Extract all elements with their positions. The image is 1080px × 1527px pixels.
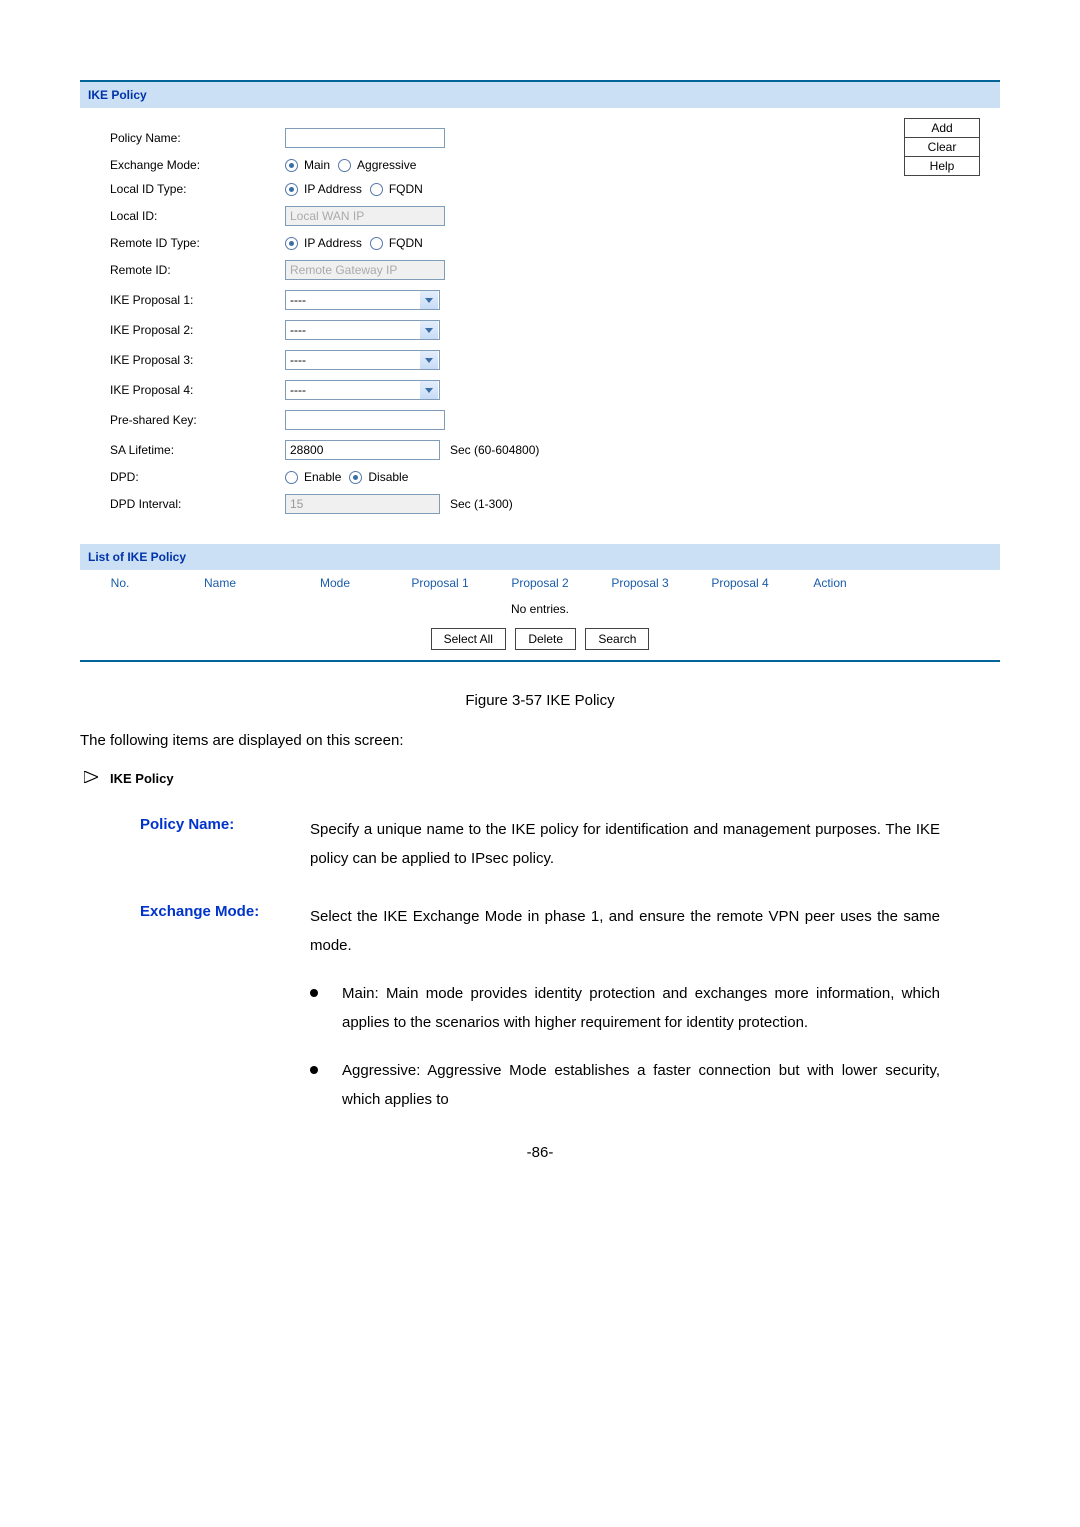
bullet-icon (310, 989, 318, 997)
dpd-enable-radio[interactable]: Enable (285, 470, 341, 484)
policy-name-label: Policy Name: (100, 131, 285, 145)
chevron-down-icon (420, 381, 438, 399)
policy-name-desc-label: Policy Name: (140, 816, 310, 873)
dpd-interval-input (285, 494, 440, 514)
ike-proposal-3-select[interactable]: ---- (285, 350, 440, 370)
chevron-down-icon (420, 291, 438, 309)
exchange-mode-label: Exchange Mode: (100, 158, 285, 172)
arrow-right-icon (84, 771, 98, 786)
bullet-aggressive: Aggressive: Aggressive Mode establishes … (310, 1057, 940, 1114)
local-id-input (285, 206, 445, 226)
ike-proposal-4-select[interactable]: ---- (285, 380, 440, 400)
section-ike-policy-header: IKE Policy (80, 82, 1000, 108)
table-header-row: No. Name Mode Proposal 1 Proposal 2 Prop… (80, 570, 1000, 596)
search-button[interactable]: Search (585, 628, 649, 650)
exchange-mode-desc-label: Exchange Mode: (140, 903, 310, 960)
bullet-aggressive-text: Aggressive: Aggressive Mode establishes … (342, 1057, 940, 1114)
exchange-mode-bullets: Main: Main mode provides identity protec… (310, 980, 1000, 1114)
ike-policy-panel: IKE Policy Add Clear Help Policy Name: E… (80, 80, 1000, 662)
pre-shared-key-input[interactable] (285, 410, 445, 430)
th-proposal3: Proposal 3 (590, 576, 690, 590)
exchange-mode-desc-text: Select the IKE Exchange Mode in phase 1,… (310, 903, 940, 960)
dpd-disable-radio[interactable]: Disable (349, 470, 408, 484)
th-proposal4: Proposal 4 (690, 576, 790, 590)
chevron-down-icon (420, 351, 438, 369)
bullet-icon (310, 1066, 318, 1074)
delete-button[interactable]: Delete (515, 628, 576, 650)
th-no: No. (80, 576, 160, 590)
ike-proposal-2-select[interactable]: ---- (285, 320, 440, 340)
remote-id-type-ip-radio[interactable]: IP Address (285, 236, 362, 250)
exchange-mode-desc-block: Exchange Mode: Select the IKE Exchange M… (140, 903, 1000, 960)
bullet-main: Main: Main mode provides identity protec… (310, 980, 940, 1037)
bullet-main-text: Main: Main mode provides identity protec… (342, 980, 940, 1037)
ike-proposal-2-label: IKE Proposal 2: (100, 323, 285, 337)
remote-id-input (285, 260, 445, 280)
policy-name-desc-block: Policy Name: Specify a unique name to th… (140, 816, 1000, 873)
th-proposal1: Proposal 1 (390, 576, 490, 590)
th-name: Name (160, 576, 280, 590)
exchange-mode-main-radio[interactable]: Main (285, 158, 330, 172)
clear-button[interactable]: Clear (904, 137, 980, 157)
radio-unselected-icon (338, 159, 351, 172)
th-action: Action (790, 576, 870, 590)
dpd-label: DPD: (100, 470, 285, 484)
dpd-interval-label: DPD Interval: (100, 497, 285, 511)
radio-selected-icon (285, 183, 298, 196)
ike-proposal-1-select[interactable]: ---- (285, 290, 440, 310)
section-title: IKE Policy (110, 771, 174, 786)
radio-selected-icon (285, 159, 298, 172)
radio-selected-icon (349, 471, 362, 484)
radio-selected-icon (285, 237, 298, 250)
radio-unselected-icon (370, 237, 383, 250)
ike-proposal-1-label: IKE Proposal 1: (100, 293, 285, 307)
local-id-type-ip-radio[interactable]: IP Address (285, 182, 362, 196)
sa-lifetime-input[interactable] (285, 440, 440, 460)
chevron-down-icon (420, 321, 438, 339)
section-ike-policy-bullet: IKE Policy (80, 771, 1000, 786)
bottom-buttons: Select All Delete Search (80, 622, 1000, 660)
ike-proposal-4-label: IKE Proposal 4: (100, 383, 285, 397)
help-button[interactable]: Help (904, 156, 980, 176)
section-list-header: List of IKE Policy (80, 544, 1000, 570)
local-id-type-label: Local ID Type: (100, 182, 285, 196)
radio-unselected-icon (285, 471, 298, 484)
figure-caption: Figure 3-57 IKE Policy (80, 692, 1000, 709)
remote-id-type-fqdn-radio[interactable]: FQDN (370, 236, 423, 250)
th-proposal2: Proposal 2 (490, 576, 590, 590)
local-id-type-fqdn-radio[interactable]: FQDN (370, 182, 423, 196)
select-all-button[interactable]: Select All (431, 628, 506, 650)
page-number: -86- (80, 1144, 1000, 1161)
side-buttons: Add Clear Help (904, 118, 980, 175)
policy-name-input[interactable] (285, 128, 445, 148)
remote-id-label: Remote ID: (100, 263, 285, 277)
sa-lifetime-label: SA Lifetime: (100, 443, 285, 457)
dpd-interval-suffix: Sec (1-300) (450, 497, 513, 511)
remote-id-type-label: Remote ID Type: (100, 236, 285, 250)
ike-proposal-3-label: IKE Proposal 3: (100, 353, 285, 367)
add-button[interactable]: Add (904, 118, 980, 138)
sa-lifetime-suffix: Sec (60-604800) (450, 443, 539, 457)
radio-unselected-icon (370, 183, 383, 196)
pre-shared-key-label: Pre-shared Key: (100, 413, 285, 427)
th-mode: Mode (280, 576, 390, 590)
no-entries-text: No entries. (80, 596, 1000, 622)
intro-text: The following items are displayed on thi… (80, 729, 1000, 753)
local-id-label: Local ID: (100, 209, 285, 223)
policy-name-desc-text: Specify a unique name to the IKE policy … (310, 816, 940, 873)
exchange-mode-aggressive-radio[interactable]: Aggressive (338, 158, 416, 172)
